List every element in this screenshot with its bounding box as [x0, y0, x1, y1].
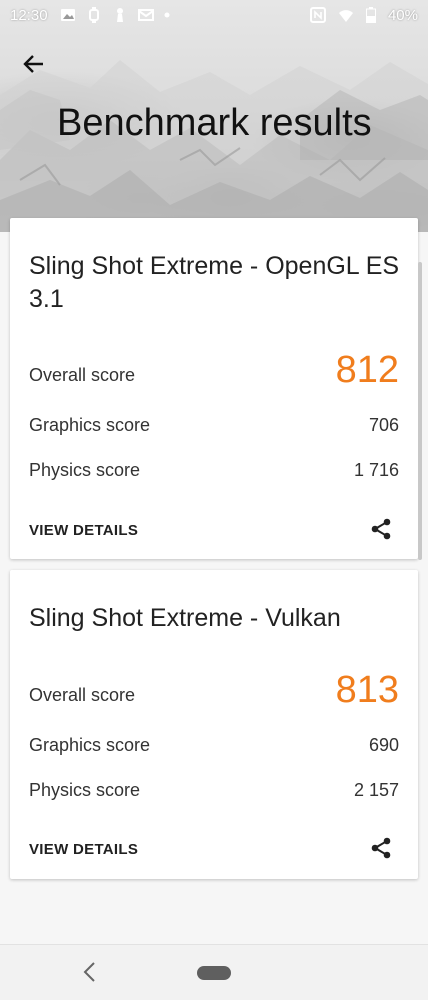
wearable-icon	[88, 7, 99, 23]
pawn-icon	[116, 8, 123, 22]
physics-score-value: 2 157	[353, 780, 399, 800]
share-icon	[371, 518, 391, 540]
physics-score-label: Physics score	[29, 780, 141, 800]
physics-score-row: Physics score 1 716	[29, 451, 399, 481]
physics-score-value: 1 716	[353, 460, 399, 480]
overall-score-row: Overall score 812	[29, 350, 399, 390]
overall-score-value: 813	[335, 669, 399, 711]
back-button[interactable]	[18, 48, 50, 80]
share-icon	[371, 837, 391, 859]
graphics-score-label: Graphics score	[29, 415, 151, 435]
status-bar: 12:30 40%	[0, 0, 428, 30]
overall-score-row: Overall score 813	[29, 670, 399, 710]
graphics-score-value: 690	[368, 735, 399, 755]
scrollbar[interactable]	[418, 262, 422, 560]
physics-score-label: Physics score	[29, 460, 141, 480]
status-time: 12:30	[10, 6, 48, 24]
header-background: 12:30 40% Benchmark results	[0, 0, 428, 232]
arrow-left-icon	[23, 55, 43, 73]
physics-score-row: Physics score 2 157	[29, 771, 399, 801]
page-title: Benchmark results	[57, 102, 372, 144]
graphics-score-value: 706	[368, 415, 399, 435]
battery-percent: 40%	[387, 6, 418, 24]
system-nav-bar	[0, 944, 428, 1000]
nav-back-icon[interactable]	[78, 959, 102, 985]
overall-score-label: Overall score	[29, 685, 136, 705]
nav-home-pill[interactable]	[197, 966, 231, 980]
view-details-button[interactable]: VIEW DETAILS	[29, 841, 138, 858]
share-button[interactable]	[368, 516, 394, 542]
overall-score-value: 812	[335, 349, 399, 391]
nfc-icon	[309, 7, 326, 23]
mail-icon	[137, 9, 154, 21]
dot-icon	[164, 12, 170, 18]
battery-icon	[365, 7, 376, 23]
share-button[interactable]	[368, 835, 394, 861]
image-icon	[60, 9, 75, 21]
graphics-score-row: Graphics score 690	[29, 726, 399, 756]
graphics-score-label: Graphics score	[29, 735, 151, 755]
card-title: Sling Shot Extreme - Vulkan	[29, 604, 341, 632]
overall-score-label: Overall score	[29, 365, 136, 385]
card-title: Sling Shot Extreme - OpenGL ES 3.1	[29, 252, 400, 313]
view-details-button[interactable]: VIEW DETAILS	[29, 522, 138, 539]
graphics-score-row: Graphics score 706	[29, 406, 399, 436]
result-card-opengl: Sling Shot Extreme - OpenGL ES 3.1 Overa…	[10, 218, 418, 559]
result-card-vulkan: Sling Shot Extreme - Vulkan Overall scor…	[10, 570, 418, 879]
wifi-icon	[338, 10, 353, 22]
